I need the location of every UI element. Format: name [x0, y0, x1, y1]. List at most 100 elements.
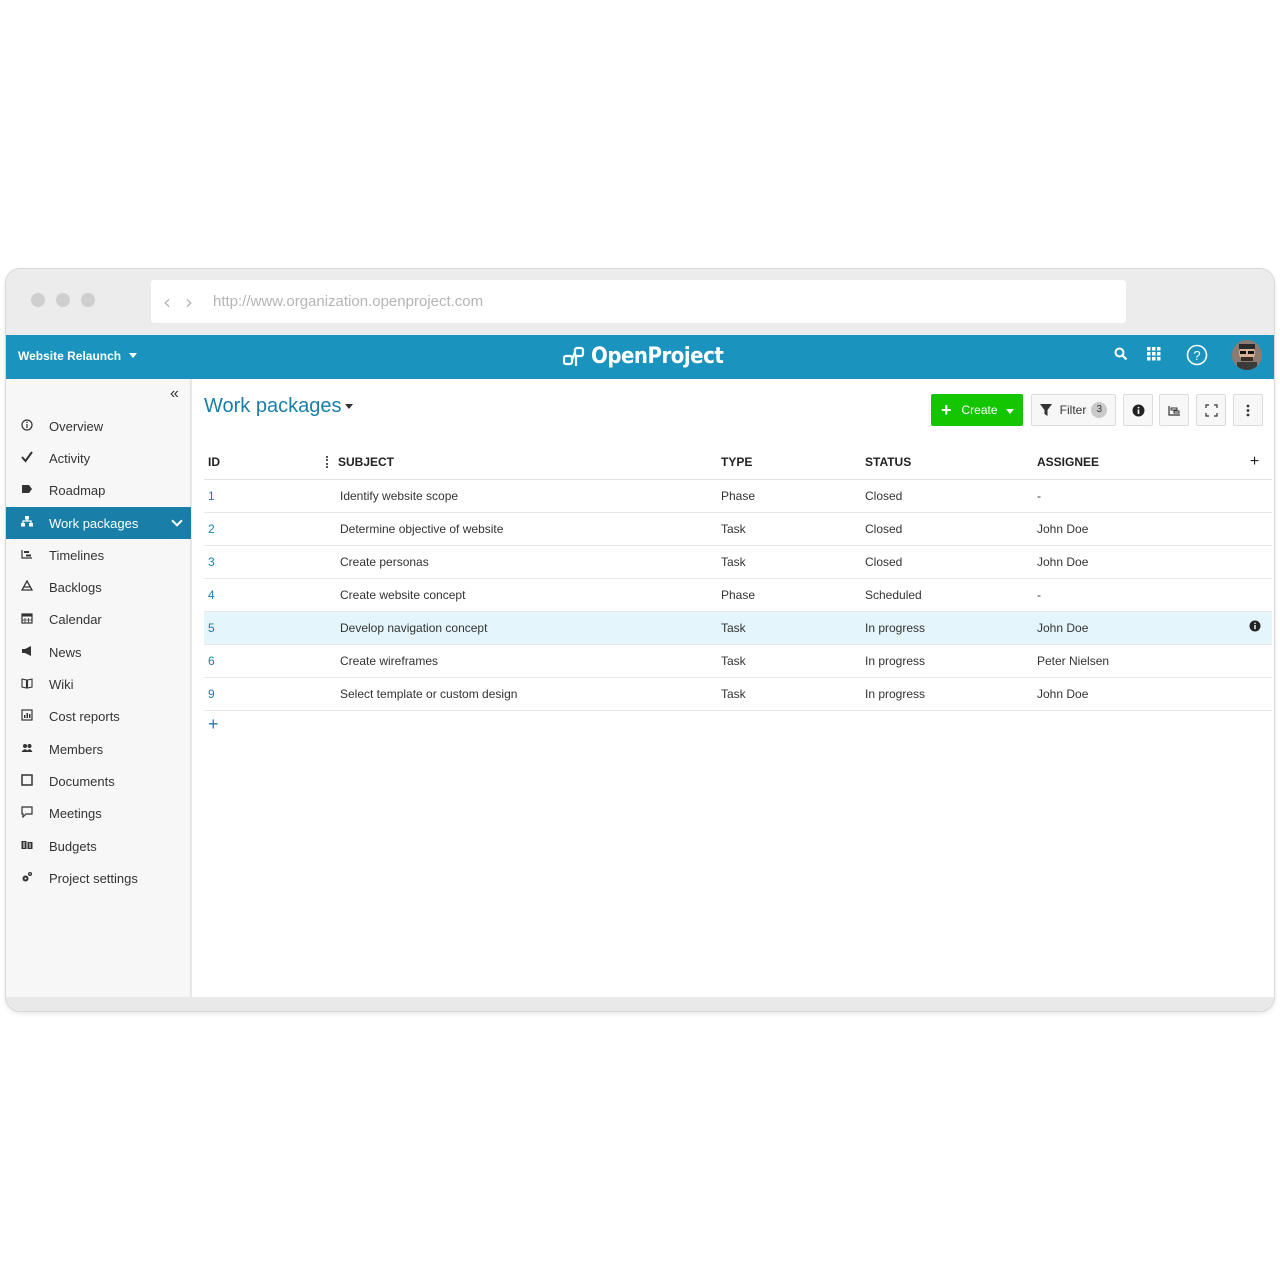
column-header-status[interactable]: STATUS [865, 445, 1037, 480]
window-minimize-dot[interactable] [56, 293, 70, 307]
work-package-assignee[interactable]: John Doe [1037, 677, 1237, 711]
user-avatar[interactable] [1232, 340, 1262, 370]
row-details-button[interactable] [1237, 611, 1272, 645]
chevron-right-icon[interactable]: › [185, 290, 193, 314]
drag-handle-icon[interactable] [326, 456, 328, 468]
caret-down-icon[interactable] [1006, 409, 1014, 414]
app-logo[interactable]: OpenProject [563, 344, 724, 369]
sidebar-item-cost-reports[interactable]: Cost reports [6, 701, 191, 733]
work-package-assignee[interactable]: Peter Nielsen [1037, 644, 1237, 678]
work-package-status[interactable]: In progress [865, 611, 1037, 645]
sidebar-item-backlogs[interactable]: Backlogs [6, 571, 191, 603]
column-header-type[interactable]: TYPE [721, 445, 865, 480]
work-package-id-link[interactable]: 4 [204, 578, 328, 612]
window-close-dot[interactable] [31, 293, 45, 307]
work-package-assignee[interactable]: - [1037, 479, 1237, 513]
sidebar-item-meetings[interactable]: Meetings [6, 798, 191, 830]
work-package-assignee[interactable]: John Doe [1037, 611, 1237, 645]
column-header-subject[interactable]: SUBJECT [326, 445, 721, 480]
work-package-type[interactable]: Task [721, 512, 865, 546]
address-bar[interactable]: ‹ › http://www.organization.openproject.… [151, 280, 1126, 323]
sidebar-item-overview[interactable]: Overview [6, 410, 191, 442]
work-package-subject[interactable]: Identify website scope [328, 479, 721, 513]
table-row[interactable]: 1 Identify website scope Phase Closed - [204, 479, 1272, 513]
work-package-type[interactable]: Task [721, 611, 865, 645]
work-package-type[interactable]: Task [721, 545, 865, 579]
more-options-button[interactable] [1233, 394, 1263, 426]
table-row[interactable]: 9 Select template or custom design Task … [204, 677, 1272, 711]
project-selector[interactable]: Website Relaunch [18, 349, 138, 363]
sidebar-item-label: Members [49, 741, 104, 757]
table-row[interactable]: 6 Create wireframes Task In progress Pet… [204, 644, 1272, 678]
sidebar-item-news[interactable]: News [6, 636, 191, 668]
work-package-type[interactable]: Task [721, 644, 865, 678]
sidebar-item-members[interactable]: Members [6, 733, 191, 765]
sidebar-item-calendar[interactable]: Calendar [6, 604, 191, 636]
sidebar-item-budgets[interactable]: Budgets [6, 830, 191, 862]
sidebar-item-timelines[interactable]: Timelines [6, 539, 191, 571]
table-row[interactable]: 3 Create personas Task Closed John Doe [204, 545, 1272, 579]
timeline-toggle-button[interactable] [1159, 394, 1189, 426]
table-row-highlighted[interactable]: 5 Develop navigation concept Task In pro… [204, 611, 1272, 645]
work-package-status[interactable]: Closed [865, 479, 1037, 513]
sidebar-item-work-packages[interactable]: Work packages [6, 506, 191, 540]
work-package-type[interactable]: Task [721, 677, 865, 711]
work-package-id-link[interactable]: 3 [204, 545, 328, 579]
row-actions-cell [1237, 479, 1272, 513]
filter-button[interactable]: Filter 3 [1031, 394, 1116, 426]
work-package-id-link[interactable]: 9 [204, 677, 328, 711]
work-package-status[interactable]: In progress [865, 644, 1037, 678]
search-icon[interactable] [1114, 347, 1128, 366]
work-package-assignee[interactable]: John Doe [1037, 512, 1237, 546]
work-package-assignee[interactable]: - [1037, 578, 1237, 612]
fullscreen-button[interactable] [1196, 394, 1226, 426]
gears-icon [20, 871, 34, 886]
work-package-status[interactable]: In progress [865, 677, 1037, 711]
work-package-id-link[interactable]: 6 [204, 644, 328, 678]
work-package-subject[interactable]: Select template or custom design [328, 677, 721, 711]
help-icon[interactable]: ? [1186, 344, 1208, 371]
table-row[interactable]: 4 Create website concept Phase Scheduled… [204, 578, 1272, 612]
chevron-left-icon[interactable]: ‹ [163, 290, 171, 314]
sidebar-item-label: Backlogs [49, 580, 102, 596]
timeline-icon [20, 548, 34, 563]
plus-icon: + [941, 399, 952, 420]
filter-count-badge: 3 [1091, 402, 1108, 418]
sidebar-item-label: Project settings [49, 870, 138, 886]
work-package-status[interactable]: Scheduled [865, 578, 1037, 612]
megaphone-icon [20, 645, 34, 660]
table-row[interactable]: 2 Determine objective of website Task Cl… [204, 512, 1272, 546]
work-package-subject[interactable]: Determine objective of website [328, 512, 721, 546]
add-column-button[interactable]: + [1237, 445, 1272, 480]
work-package-type[interactable]: Phase [721, 578, 865, 612]
work-package-assignee[interactable]: John Doe [1037, 545, 1237, 579]
work-package-subject[interactable]: Develop navigation concept [328, 611, 721, 645]
sidebar-item-activity[interactable]: Activity [6, 442, 191, 474]
details-view-button[interactable] [1123, 394, 1153, 426]
work-package-subject[interactable]: Create website concept [328, 578, 721, 612]
collapse-sidebar-icon[interactable]: « [170, 385, 179, 403]
work-package-type[interactable]: Phase [721, 479, 865, 513]
sidebar-item-wiki[interactable]: Wiki [6, 668, 191, 700]
url-text[interactable]: http://www.organization.openproject.com [213, 293, 483, 310]
sidebar-item-project-settings[interactable]: Project settings [6, 862, 191, 894]
modules-grid-icon[interactable] [1147, 347, 1161, 366]
row-actions-cell [1237, 545, 1272, 579]
work-package-status[interactable]: Closed [865, 512, 1037, 546]
sidebar-item-roadmap[interactable]: Roadmap [6, 475, 191, 507]
sidebar-item-documents[interactable]: Documents [6, 765, 191, 797]
budget-icon [20, 839, 34, 854]
work-package-id-link[interactable]: 1 [204, 479, 328, 513]
page-title[interactable]: Work packages [204, 395, 354, 418]
add-work-package-plus-icon[interactable]: + [208, 714, 219, 735]
chevron-down-icon[interactable] [171, 515, 183, 527]
work-package-id-link[interactable]: 2 [204, 512, 328, 546]
column-header-id[interactable]: ID [204, 445, 328, 480]
column-header-assignee[interactable]: ASSIGNEE [1037, 445, 1237, 480]
create-button[interactable]: + Create [931, 394, 1023, 426]
window-maximize-dot[interactable] [81, 293, 95, 307]
work-package-id-link[interactable]: 5 [204, 611, 328, 645]
work-package-subject[interactable]: Create personas [328, 545, 721, 579]
work-package-status[interactable]: Closed [865, 545, 1037, 579]
work-package-subject[interactable]: Create wireframes [328, 644, 721, 678]
